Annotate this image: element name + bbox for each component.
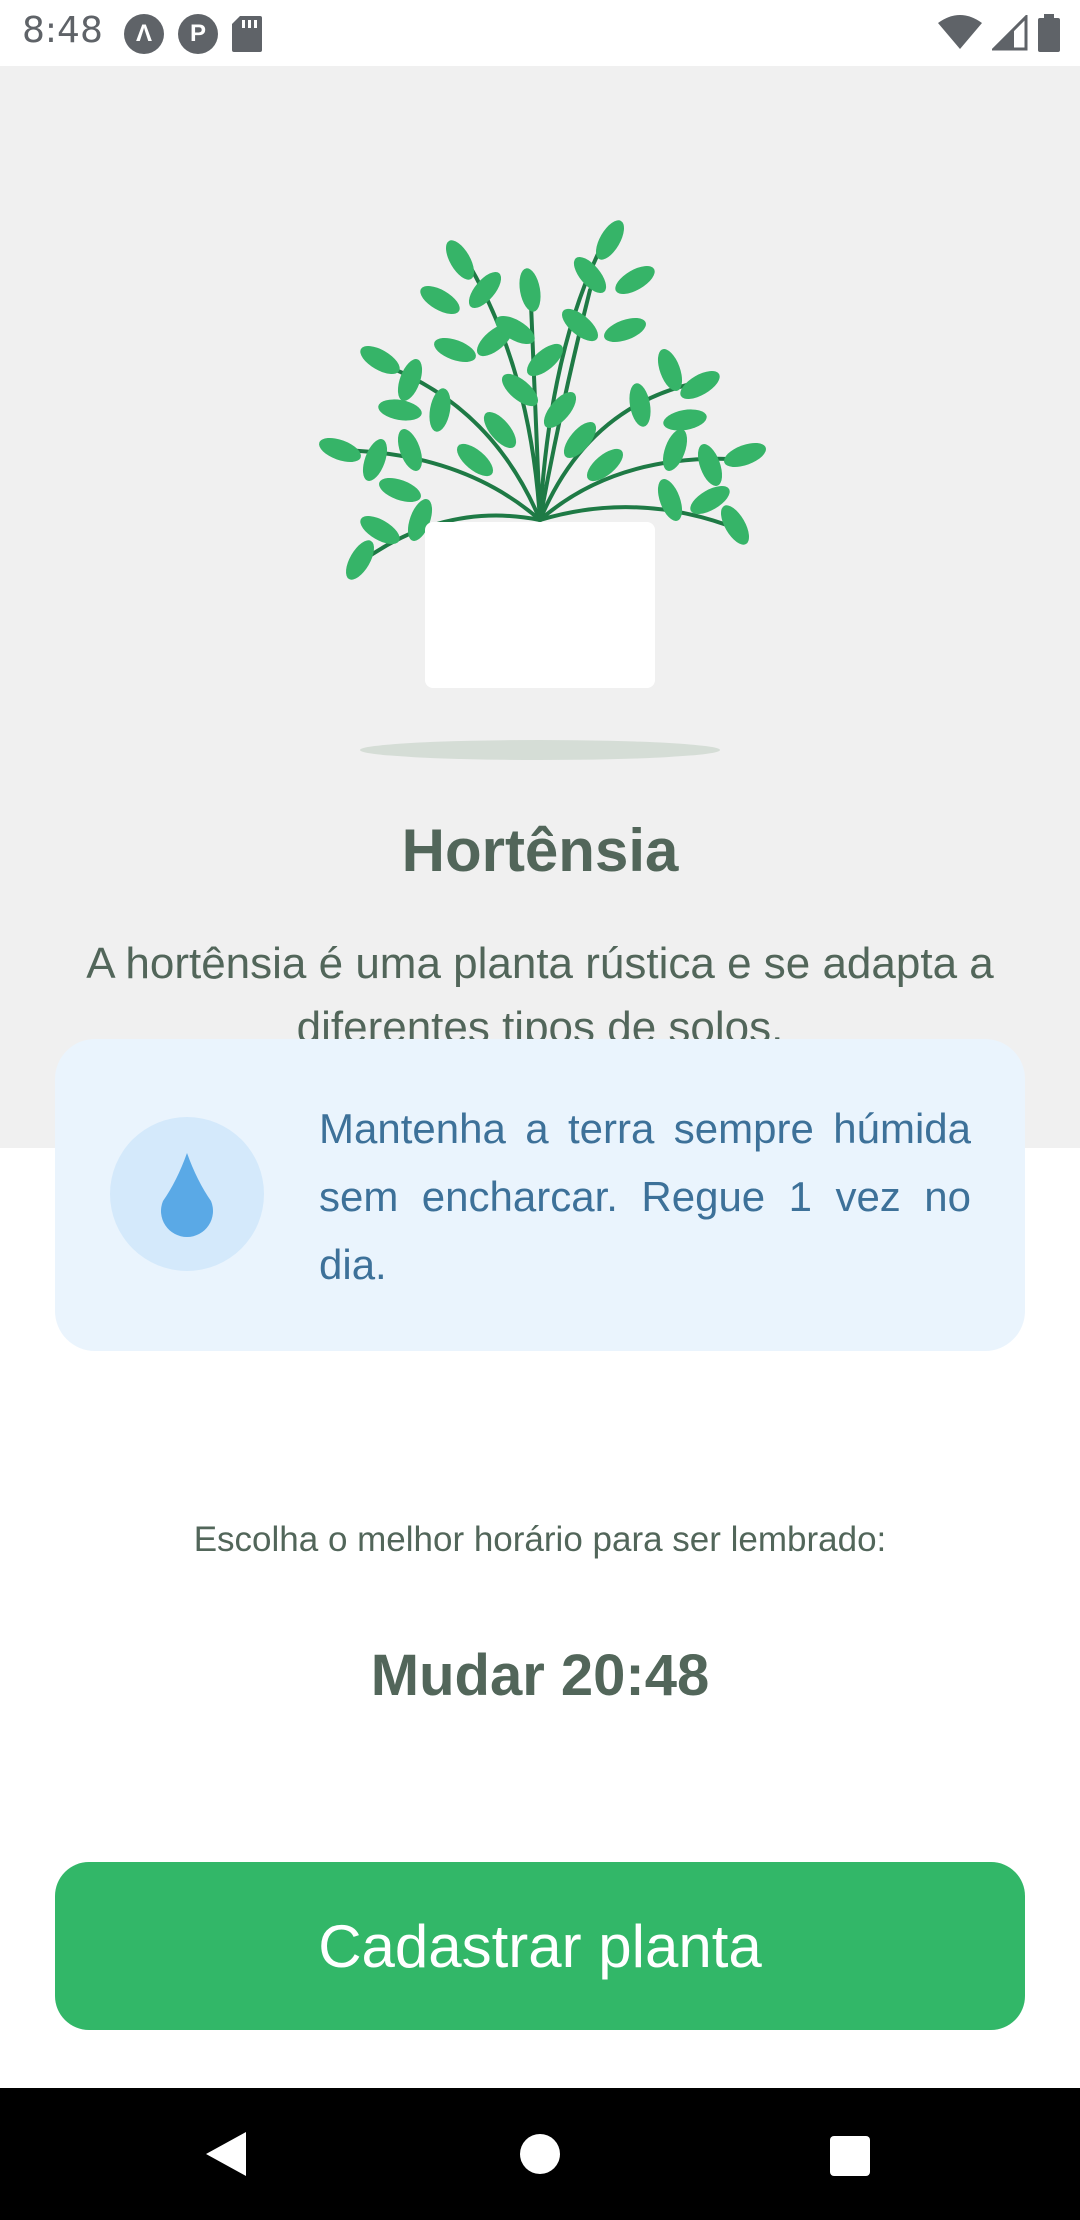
recents-icon[interactable] <box>830 2136 870 2176</box>
notification-icons: Λ P <box>124 14 262 54</box>
water-drop-icon <box>160 1153 213 1237</box>
navigation-bar <box>0 2088 1080 2220</box>
system-icons <box>938 14 1060 52</box>
plant-description: A hortênsia é uma planta rústica e se ad… <box>86 939 994 1052</box>
app-a-icon: Λ <box>124 14 164 54</box>
water-drop-icon-container <box>110 1117 264 1271</box>
status-bar: 8:48 Λ P <box>0 0 1080 66</box>
app-p-icon: P <box>178 14 218 54</box>
plant-illustration <box>319 220 766 760</box>
water-tip-card: Mantenha a terra sempre húmida sem encha… <box>55 1039 1025 1351</box>
home-icon[interactable] <box>520 2134 560 2174</box>
status-time: 8:48 <box>22 10 103 51</box>
sd-card-icon <box>232 16 262 52</box>
wifi-icon <box>938 15 982 49</box>
reminder-label: Escolha o melhor horário para ser lembra… <box>193 1520 887 1559</box>
water-tip-text: Mantenha a terra sempre húmida sem encha… <box>319 1105 971 1288</box>
battery-icon <box>1038 14 1060 52</box>
back-icon[interactable] <box>204 2130 248 2178</box>
register-plant-button[interactable]: Cadastrar planta <box>55 1862 1025 2030</box>
change-time-button[interactable]: Mudar 20:48 <box>0 1642 1080 1709</box>
plant-hero: Hortênsia A hortênsia é uma planta rústi… <box>0 66 1080 1148</box>
signal-icon <box>992 15 1028 51</box>
plant-name: Hortênsia <box>401 817 679 884</box>
